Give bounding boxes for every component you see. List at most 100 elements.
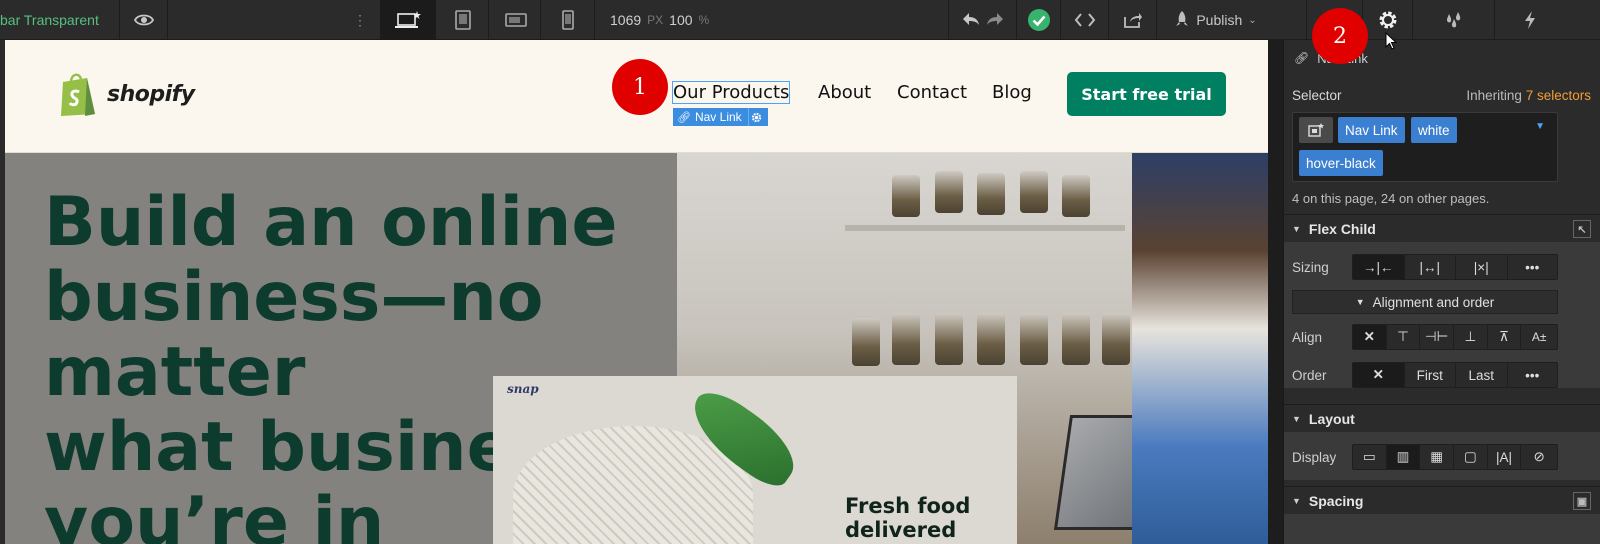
canvas-size-readout: 1069 PX 100 % bbox=[610, 0, 770, 40]
selected-element-tag[interactable]: 🔗︎ Nav Link bbox=[673, 108, 768, 126]
start-free-trial-button[interactable]: Start free trial bbox=[1067, 72, 1226, 116]
desktop-base-icon[interactable] bbox=[380, 0, 435, 40]
rocket-icon bbox=[1174, 10, 1190, 31]
selector-dropdown-caret-icon[interactable]: ▼ bbox=[1535, 121, 1545, 132]
selector-usage-note: 4 on this page, 24 on other pages. bbox=[1292, 190, 1490, 206]
design-canvas[interactable]: shopify Our Products About Contact Blog … bbox=[5, 40, 1268, 544]
code-export-icon[interactable] bbox=[1060, 0, 1108, 40]
sizing-label: Sizing bbox=[1292, 260, 1329, 275]
check-status-icon[interactable] bbox=[1016, 0, 1060, 40]
nav-link-contact[interactable]: Contact bbox=[897, 82, 967, 103]
sizing-control: →|← |↔| |×| ••• bbox=[1352, 254, 1558, 280]
jar-image bbox=[1062, 175, 1090, 217]
expand-corner-icon[interactable]: ↖ bbox=[1573, 220, 1591, 238]
order-last-button[interactable]: Last bbox=[1456, 363, 1508, 387]
link-icon: 🔗︎ bbox=[677, 111, 691, 124]
mouse-cursor-icon bbox=[1385, 31, 1398, 55]
align-label: Align bbox=[1292, 330, 1323, 345]
display-none-icon[interactable]: ⊘ bbox=[1521, 445, 1557, 469]
breadcrumb-label[interactable]: bar Transparent bbox=[0, 0, 120, 40]
sizing-shrink-icon[interactable]: →|← bbox=[1353, 255, 1405, 279]
inheriting-label: Inheriting bbox=[1466, 87, 1522, 103]
selector-field[interactable]: Nav Link white hover-black ▼ bbox=[1292, 112, 1558, 182]
inheriting-info[interactable]: Inheriting 7 selectors bbox=[1466, 88, 1591, 103]
jar-image bbox=[935, 171, 963, 213]
publish-button[interactable]: Publish ⌄ bbox=[1156, 0, 1274, 40]
align-start-icon[interactable]: ⊤ bbox=[1387, 325, 1421, 349]
collapse-triangle-icon: ▼ bbox=[1292, 413, 1301, 424]
card-headline-line: delivered bbox=[845, 518, 957, 542]
alignment-and-order-toggle[interactable]: ▼ Alignment and order bbox=[1292, 290, 1558, 314]
jar-image bbox=[977, 173, 1005, 215]
order-control: ✕ First Last ••• bbox=[1352, 362, 1558, 388]
order-label: Order bbox=[1292, 368, 1327, 383]
align-baseline-icon[interactable]: A± bbox=[1521, 325, 1557, 349]
undo-icon[interactable] bbox=[961, 11, 981, 30]
flex-child-section-header[interactable]: ▼ Flex Child ↖ bbox=[1284, 214, 1600, 242]
panel-gutter bbox=[1268, 40, 1283, 544]
card-brand-text: snap bbox=[507, 382, 539, 396]
preview-eye-icon[interactable] bbox=[120, 0, 168, 40]
inheriting-count: 7 selectors bbox=[1525, 87, 1591, 103]
layout-section-header[interactable]: ▼ Layout bbox=[1284, 404, 1600, 432]
sizing-grow-icon[interactable]: |↔| bbox=[1405, 255, 1456, 279]
display-inline-block-icon[interactable]: ▢ bbox=[1454, 445, 1488, 469]
order-first-button[interactable]: First bbox=[1405, 363, 1456, 387]
spacing-mode-icon[interactable]: ▣ bbox=[1573, 492, 1591, 510]
jar-image bbox=[852, 318, 880, 366]
food-delivery-card-image: snap Fresh food delivered bbox=[493, 376, 1017, 544]
spacing-section-header[interactable]: ▼ Spacing ▣ bbox=[1284, 486, 1600, 514]
display-grid-icon[interactable]: ▦ bbox=[1420, 445, 1455, 469]
collapse-triangle-icon: ▼ bbox=[1292, 223, 1301, 234]
align-none-icon[interactable]: ✕ bbox=[1353, 325, 1387, 349]
display-block-icon[interactable]: ▭ bbox=[1353, 445, 1387, 469]
jar-image bbox=[1102, 313, 1130, 365]
class-chip-hover-black[interactable]: hover-black bbox=[1299, 150, 1383, 176]
display-control: ▭ ▥ ▦ ▢ |A| ⊘ bbox=[1352, 444, 1558, 470]
tablet-icon[interactable] bbox=[435, 0, 490, 40]
nav-link-our-products[interactable]: Our Products bbox=[671, 81, 791, 104]
jar-image bbox=[892, 175, 920, 217]
hero-heading-line: Build an online bbox=[44, 183, 618, 262]
alignment-and-order-label: Alignment and order bbox=[1372, 294, 1495, 310]
lightning-icon[interactable] bbox=[1494, 0, 1564, 40]
collapse-triangle-icon: ▼ bbox=[1292, 495, 1301, 506]
interactions-drops-tab[interactable] bbox=[1412, 0, 1494, 40]
class-chip-white[interactable]: white bbox=[1411, 117, 1457, 143]
jar-image bbox=[977, 313, 1005, 365]
zoom-value[interactable]: 100 bbox=[669, 12, 692, 28]
width-value[interactable]: 1069 bbox=[610, 12, 641, 28]
sizing-more-icon[interactable]: ••• bbox=[1508, 255, 1558, 279]
nav-link-blog[interactable]: Blog bbox=[992, 82, 1032, 103]
annotation-badge-2: 2 bbox=[1312, 8, 1368, 64]
element-state-icon[interactable] bbox=[1299, 117, 1333, 143]
spacing-section-body bbox=[1284, 514, 1600, 544]
width-unit: PX bbox=[647, 13, 664, 27]
order-more-icon[interactable]: ••• bbox=[1508, 363, 1558, 387]
webflow-designer: bar Transparent ⋮ 1069 PX 100 % Publish … bbox=[0, 0, 1600, 544]
align-center-icon[interactable]: ⊣⊢ bbox=[1420, 325, 1455, 349]
selector-label: Selector bbox=[1292, 87, 1342, 103]
class-chip-nav-link[interactable]: Nav Link bbox=[1338, 117, 1405, 143]
selector-header: Selector Inheriting 7 selectors bbox=[1284, 84, 1600, 106]
card-headline: Fresh food delivered bbox=[845, 494, 970, 542]
sizing-no-shrink-icon[interactable]: |×| bbox=[1456, 255, 1508, 279]
display-flex-icon[interactable]: ▥ bbox=[1386, 445, 1421, 469]
mobile-landscape-icon[interactable] bbox=[488, 0, 543, 40]
redo-icon[interactable] bbox=[985, 11, 1005, 30]
selected-element-label: Nav Link bbox=[694, 110, 742, 124]
hero-heading-line: business—no bbox=[44, 258, 544, 337]
link-icon: 🔗︎ bbox=[1294, 51, 1310, 65]
share-icon[interactable] bbox=[1108, 0, 1156, 40]
nav-link-about[interactable]: About bbox=[818, 82, 871, 103]
annotation-badge-1: 1 bbox=[612, 59, 668, 115]
align-stretch-icon[interactable]: ⊼ bbox=[1488, 325, 1522, 349]
order-none-icon[interactable]: ✕ bbox=[1353, 363, 1405, 387]
more-dots-icon[interactable]: ⋮ bbox=[340, 0, 380, 40]
element-settings-gear-icon[interactable] bbox=[747, 108, 764, 126]
display-inline-icon[interactable]: |A| bbox=[1488, 445, 1522, 469]
align-end-icon[interactable]: ⊥ bbox=[1454, 325, 1488, 349]
card-headline-line: Fresh food bbox=[845, 494, 971, 518]
zoom-unit: % bbox=[698, 13, 710, 27]
mobile-portrait-icon[interactable] bbox=[540, 0, 595, 40]
